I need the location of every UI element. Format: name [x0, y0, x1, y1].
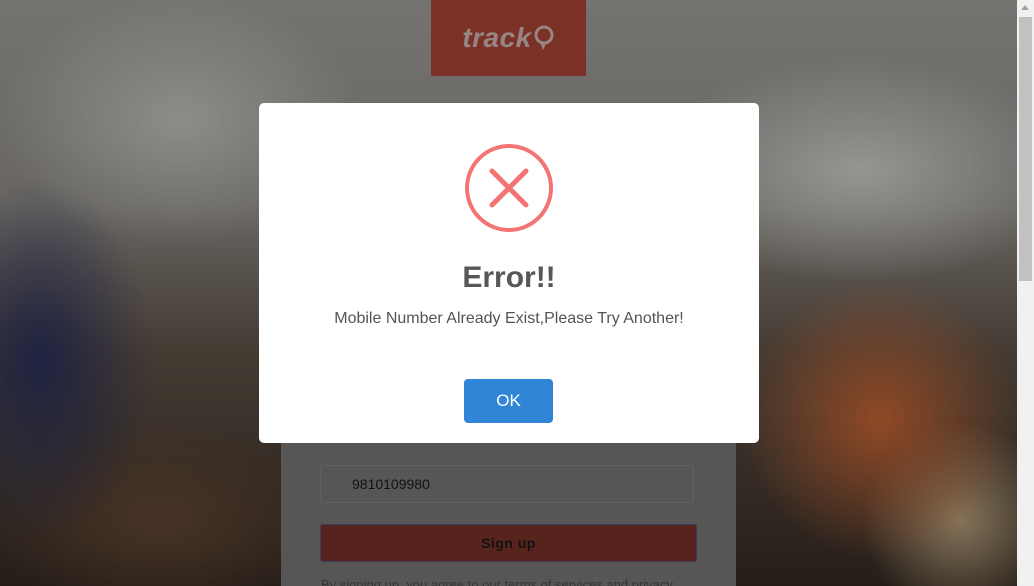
dialog-title: Error!! [462, 261, 556, 294]
dialog-message: Mobile Number Already Exist,Please Try A… [334, 310, 684, 327]
scrollbar-thumb[interactable] [1019, 17, 1032, 281]
error-dialog: Error!! Mobile Number Already Exist,Plea… [259, 103, 759, 443]
ok-button[interactable]: OK [464, 379, 553, 423]
scroll-up-arrow-icon[interactable] [1021, 5, 1029, 10]
page: track Sign up By signing up, you agree t… [0, 0, 1034, 586]
vertical-scrollbar[interactable] [1017, 0, 1034, 586]
error-x-icon [465, 144, 553, 232]
